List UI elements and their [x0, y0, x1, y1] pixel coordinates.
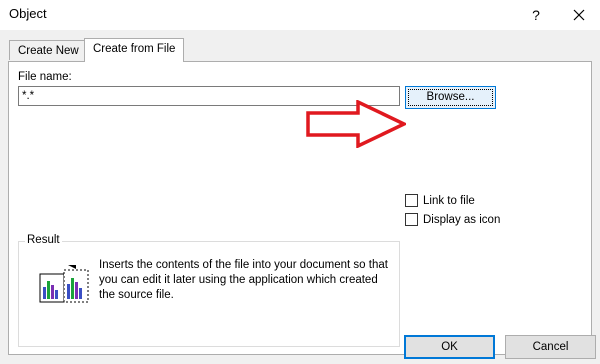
link-to-file-option[interactable]: Link to file — [405, 194, 475, 207]
link-to-file-checkbox[interactable] — [405, 194, 418, 207]
create-from-file-panel: File name: Browse... Link to file Displa… — [8, 61, 592, 355]
result-group: Result Inserts the contents of the file … — [18, 234, 400, 347]
browse-button[interactable]: Browse... — [405, 86, 496, 109]
tab-create-new-label: Create New — [18, 45, 79, 57]
display-as-icon-label: Display as icon — [423, 213, 501, 226]
ok-button[interactable]: OK — [404, 335, 495, 359]
result-label: Result — [25, 234, 62, 246]
cancel-button[interactable]: Cancel — [505, 335, 596, 359]
tab-create-from-file[interactable]: Create from File — [84, 38, 185, 62]
close-icon — [573, 9, 585, 21]
close-button[interactable] — [562, 0, 596, 30]
help-button[interactable]: ? — [519, 0, 553, 30]
tab-create-from-file-label: Create from File — [93, 43, 176, 55]
dialog-body: Create New Create from File File name: B… — [0, 30, 600, 364]
display-as-icon-option[interactable]: Display as icon — [405, 213, 500, 226]
result-description: Inserts the contents of the file into yo… — [99, 259, 388, 301]
file-name-label: File name: — [18, 71, 72, 83]
display-as-icon-checkbox[interactable] — [405, 213, 418, 226]
dialog-title: Object — [9, 6, 47, 21]
red-arrow-icon — [306, 100, 406, 148]
title-bar: Object ? — [0, 0, 600, 30]
tab-create-new[interactable]: Create New — [9, 40, 88, 60]
question-mark-icon: ? — [532, 7, 540, 23]
embedded-document-icon — [39, 265, 89, 303]
link-to-file-label: Link to file — [423, 194, 475, 207]
